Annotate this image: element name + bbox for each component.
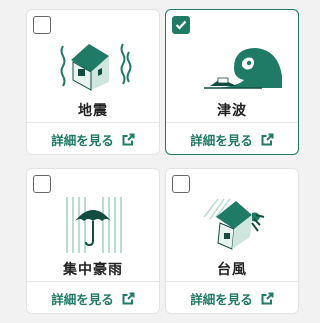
external-link-icon: [122, 133, 135, 146]
divider: [166, 122, 298, 123]
disaster-card-earthquake[interactable]: 地震 詳細を見る: [26, 9, 160, 155]
typhoon-house-icon: [166, 195, 298, 253]
details-link[interactable]: 詳細を見る: [166, 283, 298, 313]
card-title: 台風: [217, 262, 247, 278]
divider: [166, 281, 298, 282]
umbrella-rain-icon: [27, 195, 159, 253]
details-link[interactable]: 詳細を見る: [27, 124, 159, 154]
divider: [27, 281, 159, 282]
disaster-card-heavy-rain[interactable]: 集中豪雨 詳細を見る: [26, 168, 160, 314]
external-link-icon: [261, 133, 274, 146]
tsunami-wave-icon: [166, 36, 298, 94]
heavy-rain-checkbox[interactable]: [33, 175, 51, 193]
card-title: 集中豪雨: [63, 262, 123, 278]
earthquake-house-icon: [27, 36, 159, 94]
external-link-icon: [122, 292, 135, 305]
disaster-card-typhoon[interactable]: 台風 詳細を見る: [165, 168, 299, 314]
external-link-icon: [261, 292, 274, 305]
divider: [27, 122, 159, 123]
details-link[interactable]: 詳細を見る: [166, 124, 298, 154]
details-link-label: 詳細を見る: [190, 132, 253, 148]
earthquake-checkbox[interactable]: [33, 16, 51, 34]
details-link-label: 詳細を見る: [51, 291, 114, 307]
disaster-card-tsunami[interactable]: 津波 詳細を見る: [165, 9, 299, 155]
card-title: 津波: [217, 103, 247, 119]
card-title: 地震: [78, 103, 108, 119]
tsunami-checkbox[interactable]: [172, 16, 190, 34]
details-link-label: 詳細を見る: [51, 132, 114, 148]
details-link[interactable]: 詳細を見る: [27, 283, 159, 313]
disaster-card-grid: 地震 詳細を見る 津波 詳細を見る 集中豪雨 詳細を見る 台風 詳細を見る: [0, 0, 320, 323]
typhoon-checkbox[interactable]: [172, 175, 190, 193]
details-link-label: 詳細を見る: [190, 291, 253, 307]
